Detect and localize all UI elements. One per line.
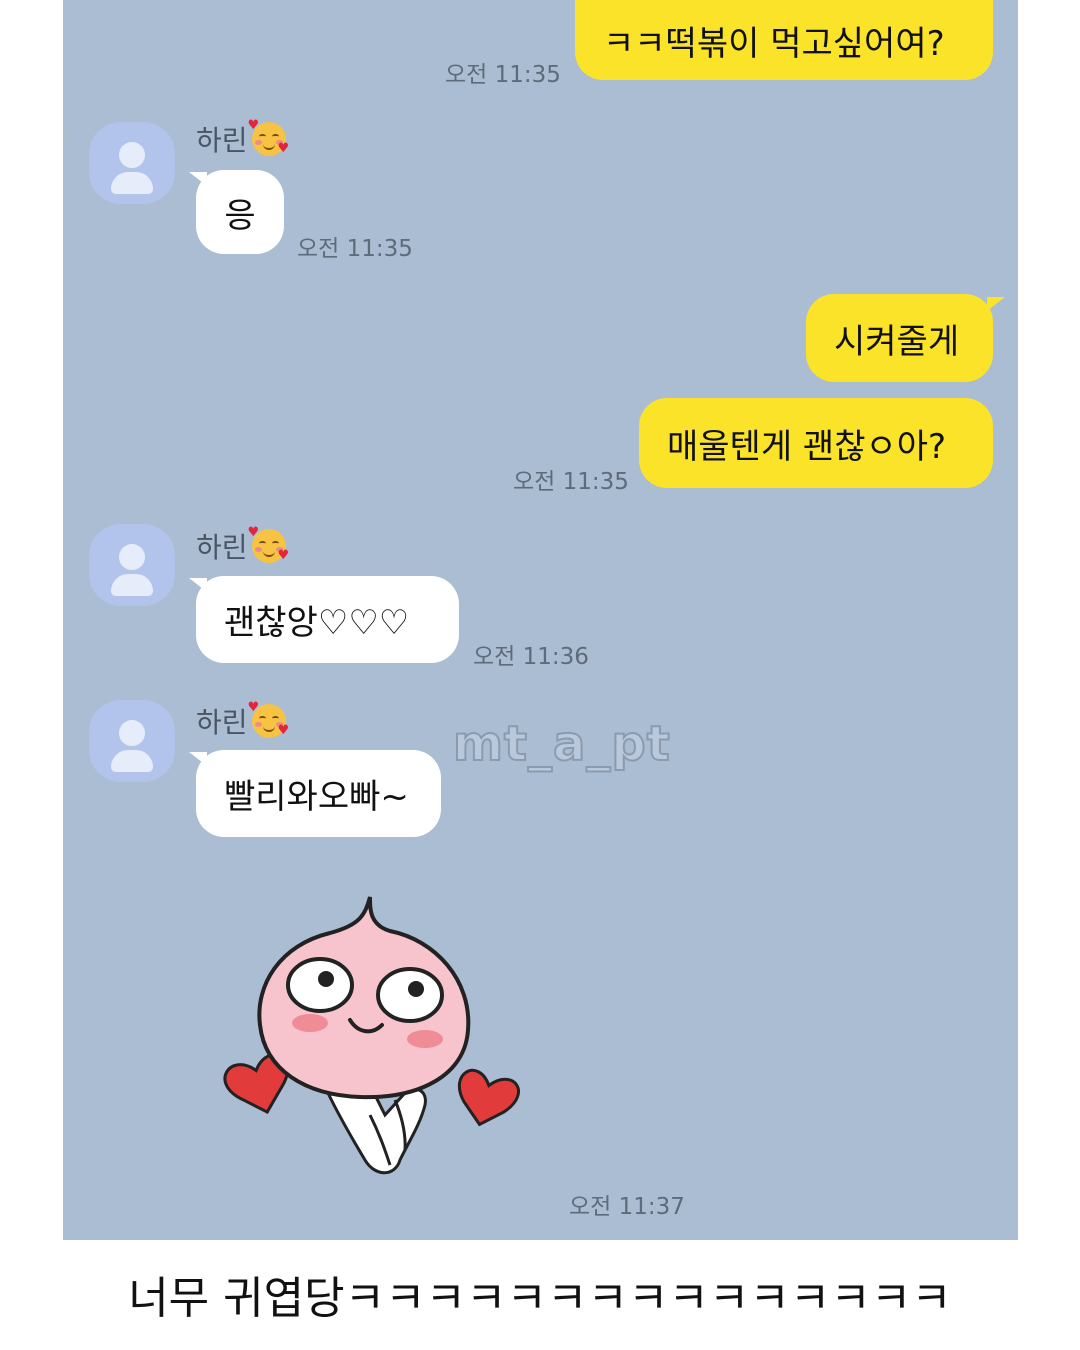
apeach-sticker-icon[interactable] — [220, 885, 530, 1185]
sticker-eye — [286, 957, 354, 1013]
avatar-body — [111, 574, 153, 596]
watermark: mt_a_pt — [452, 715, 671, 773]
message-text: 괜찮앙♡♡♡ — [224, 603, 410, 643]
smiling-face-with-hearts-icon: ♥ ♥ — [247, 118, 290, 156]
avatar[interactable] — [89, 524, 175, 606]
smiling-face-with-hearts-icon: ♥ ♥ — [247, 700, 290, 738]
my-message-bubble[interactable]: 시켜줄게 — [806, 294, 993, 382]
avatar-head — [119, 720, 145, 746]
chat-area: ㅋㅋ떡볶이 먹고싶어여? 오전 11:35 하린 ♥ ♥ 응 오전 11:35 … — [63, 0, 1018, 1240]
message-text: 응 — [224, 195, 256, 236]
avatar-body — [111, 750, 153, 772]
bubble-tail — [987, 297, 1005, 311]
message-text: 빨리와오빠~ — [224, 777, 409, 817]
sender-name: 하린 ♥ ♥ — [196, 118, 290, 159]
avatar-body — [111, 172, 153, 194]
other-message-bubble[interactable]: 빨리와오빠~ — [196, 750, 441, 837]
message-time: 오전 11:36 — [473, 644, 589, 670]
avatar[interactable] — [89, 122, 175, 204]
message-text: 시켜줄게 — [834, 321, 960, 362]
message-time: 오전 11:35 — [513, 469, 629, 495]
my-message-bubble[interactable]: 매울텐게 괜찮ㅇ아? — [639, 398, 993, 488]
avatar-head — [119, 142, 145, 168]
sender-name-text: 하린 — [196, 706, 248, 739]
message-time: 오전 11:35 — [445, 62, 561, 88]
sticker-eye — [376, 967, 444, 1023]
avatar-head — [119, 544, 145, 570]
other-message-bubble[interactable]: 응 — [196, 170, 284, 254]
smiling-face-with-hearts-icon: ♥ ♥ — [247, 525, 290, 563]
heart-icon — [457, 1068, 520, 1127]
message-text: ㅋㅋ떡볶이 먹고싶어여? — [603, 23, 945, 64]
message-time: 오전 11:35 — [297, 236, 413, 262]
caption: 너무 귀엽당ㅋㅋㅋㅋㅋㅋㅋㅋㅋㅋㅋㅋㅋㅋㅋ — [128, 1273, 952, 1324]
message-text: 매울텐게 괜찮ㅇ아? — [667, 426, 947, 467]
sender-name-text: 하린 — [196, 531, 248, 564]
sender-name-text: 하린 — [196, 124, 248, 157]
message-time: 오전 11:37 — [569, 1194, 685, 1220]
other-message-bubble[interactable]: 괜찮앙♡♡♡ — [196, 576, 459, 663]
sender-name: 하린 ♥ ♥ — [196, 700, 290, 741]
my-message-bubble[interactable]: ㅋㅋ떡볶이 먹고싶어여? — [575, 0, 993, 80]
avatar[interactable] — [89, 700, 175, 782]
sender-name: 하린 ♥ ♥ — [196, 525, 290, 566]
